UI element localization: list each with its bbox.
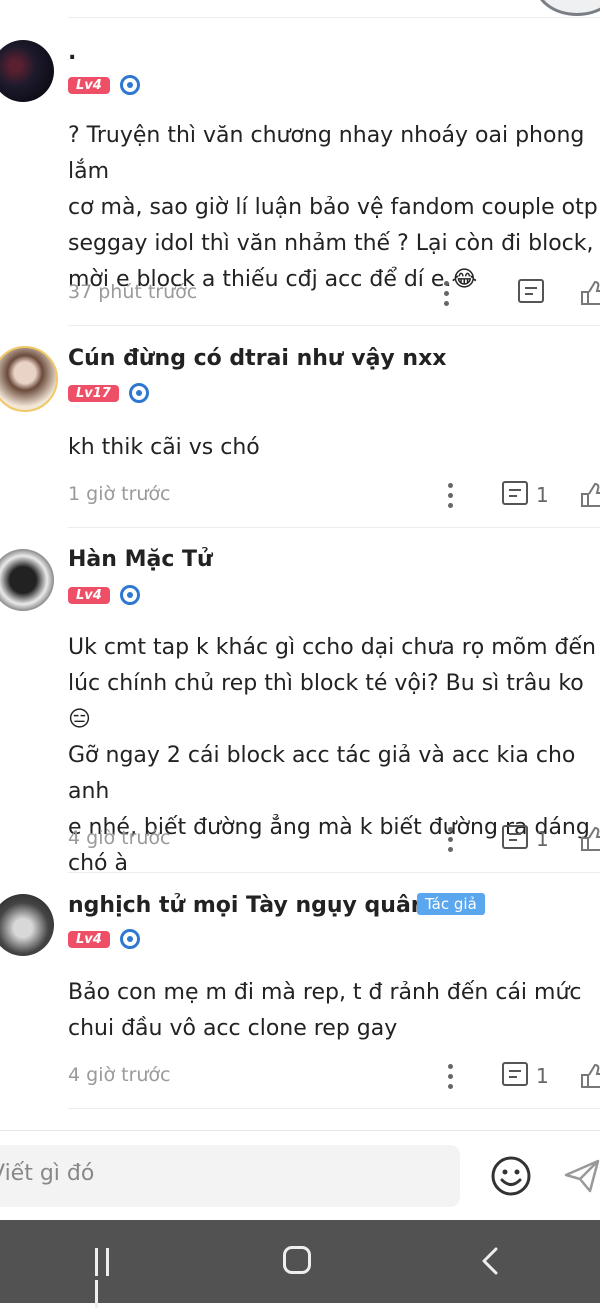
comment-input[interactable]: Viết gì đó xyxy=(0,1145,460,1207)
send-icon[interactable] xyxy=(562,1157,600,1195)
thumbs-up-icon[interactable] xyxy=(580,826,600,852)
comment-text: ? Truyện thì văn chương nhay nhoáy oai p… xyxy=(68,123,598,292)
medal-icon xyxy=(119,929,140,949)
comment-divider xyxy=(68,872,600,873)
corner-button-edge[interactable] xyxy=(534,0,600,16)
comment-icon[interactable] xyxy=(502,481,528,505)
medal-icon xyxy=(119,75,140,95)
badges-row: Lv4 xyxy=(68,584,140,606)
more-vertical-icon[interactable] xyxy=(448,483,454,509)
smiley-icon[interactable] xyxy=(490,1155,532,1197)
comment-meta: 1 giờ trước 1 xyxy=(68,480,600,510)
home-icon[interactable] xyxy=(283,1246,311,1274)
author-badge: Tác giả xyxy=(417,893,485,915)
more-vertical-icon[interactable] xyxy=(448,1064,454,1090)
comment-time: 4 giờ trước xyxy=(68,1064,171,1086)
comment-meta: 4 giờ trước 1 xyxy=(68,1061,600,1091)
comment-username[interactable]: . xyxy=(68,40,76,65)
comment-text: kh thik cãi vs chó xyxy=(68,435,260,460)
comment-input-bar: Viết gì đó xyxy=(0,1130,600,1221)
reply-count[interactable]: 1 xyxy=(536,827,549,851)
avatar[interactable] xyxy=(0,894,54,956)
comment-text: Bảo con mẹ m đi mà rep, t đ rảnh đến cái… xyxy=(68,980,582,1041)
recents-icon[interactable] xyxy=(95,1248,125,1308)
badges-row: Lv17 xyxy=(68,382,149,404)
comment-username[interactable]: Hàn Mặc Tử xyxy=(68,547,213,572)
comment-username[interactable]: Cún đừng có dtrai như vậy nxx xyxy=(68,346,446,371)
comment-icon[interactable] xyxy=(518,279,544,303)
reply-count[interactable]: 1 xyxy=(536,1064,549,1088)
thumbs-up-icon[interactable] xyxy=(580,1063,600,1089)
more-vertical-icon[interactable] xyxy=(448,827,454,853)
medal-icon xyxy=(128,383,149,403)
level-badge: Lv4 xyxy=(68,586,110,604)
badges-row: Lv4 xyxy=(68,928,140,950)
reply-count[interactable]: 1 xyxy=(536,483,549,507)
level-badge: Lv4 xyxy=(68,76,110,94)
avatar[interactable] xyxy=(0,346,58,412)
thumbs-up-icon[interactable] xyxy=(580,280,600,306)
avatar[interactable] xyxy=(0,40,54,102)
more-vertical-icon[interactable] xyxy=(444,281,450,307)
comment-input-placeholder: Viết gì đó xyxy=(0,1161,95,1186)
comment-divider xyxy=(68,527,600,528)
comment-divider xyxy=(68,325,600,326)
level-badge: Lv4 xyxy=(68,930,110,948)
comment-time: 1 giờ trước xyxy=(68,483,171,505)
comment-meta: 4 giờ trước 1 xyxy=(68,824,600,854)
back-icon[interactable] xyxy=(478,1246,502,1276)
comment-icon[interactable] xyxy=(502,825,528,849)
comment-time: 4 giờ trước xyxy=(68,827,171,849)
comment-time: 37 phút trước xyxy=(68,281,198,303)
top-divider xyxy=(68,17,600,18)
level-badge: Lv17 xyxy=(68,384,119,402)
badges-row: Lv4 xyxy=(68,74,140,96)
thumbs-up-icon[interactable] xyxy=(580,482,600,508)
comment-meta: 37 phút trước xyxy=(68,278,600,308)
avatar[interactable] xyxy=(0,549,54,611)
comment-username[interactable]: nghịch tử mọi Tày ngụy quân tử xyxy=(68,893,460,918)
comment-icon[interactable] xyxy=(502,1062,528,1086)
medal-icon xyxy=(119,585,140,605)
comment-divider xyxy=(68,1108,600,1109)
system-nav-bar xyxy=(0,1220,600,1308)
